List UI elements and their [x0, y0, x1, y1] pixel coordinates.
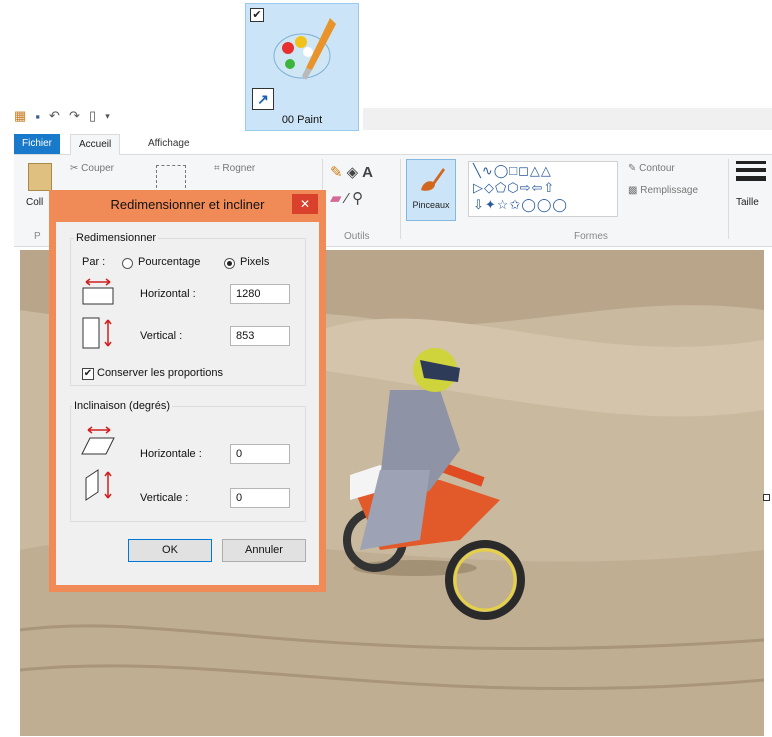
skew-vertical-icon [85, 469, 112, 501]
size-label[interactable]: Taille [736, 197, 759, 208]
pixels-label[interactable]: Pixels [240, 256, 269, 268]
skew-vertical-input[interactable]: 0 [230, 488, 290, 508]
outline-label: Contour [639, 163, 675, 174]
fill-bucket-icon: ▩ [628, 185, 641, 196]
skew-vertical-label: Verticale : [140, 492, 189, 504]
pencil-icon[interactable]: ✎ [330, 164, 347, 181]
brushes-label: Pinceaux [412, 200, 450, 210]
shapes-row-1[interactable]: ╲∿◯□◻△△ [473, 162, 617, 179]
cancel-button[interactable]: Annuler [222, 539, 306, 562]
cut-button[interactable]: ✂ Couper [70, 163, 114, 174]
vertical-label: Vertical : [140, 330, 183, 342]
skew-horizontal-icon [81, 426, 115, 455]
dialog-body: Redimensionner Par : Pourcentage Pixels … [56, 222, 319, 585]
canvas-resize-handle[interactable] [763, 494, 770, 501]
skew-horizontal-label: Horizontale : [140, 448, 202, 460]
tools-icons[interactable]: ✎◈A [330, 163, 377, 181]
cut-label: Couper [81, 163, 114, 174]
by-label: Par : [82, 256, 106, 268]
shortcut-arrow-icon: ↗ [252, 88, 274, 110]
brushes-button[interactable]: Pinceaux [406, 159, 456, 221]
eraser-icon[interactable]: ▰ [330, 190, 346, 207]
tab-affichage[interactable]: Affichage [140, 134, 198, 154]
paint-shortcut[interactable]: ✔ ↗ 00 Paint [245, 3, 359, 131]
clipboard-group-label: P [34, 231, 41, 242]
close-button[interactable]: ✕ [292, 194, 318, 214]
percent-label[interactable]: Pourcentage [138, 256, 200, 268]
crop-label: Rogner [222, 163, 256, 174]
fill-icon[interactable]: ◈ [347, 164, 363, 181]
vertical-input[interactable]: 853 [230, 326, 290, 346]
resize-group-title: Redimensionner [74, 232, 159, 244]
paste-icon[interactable] [28, 163, 52, 191]
shapes-group-label: Formes [574, 231, 608, 242]
select-icon[interactable] [156, 165, 186, 193]
shortcut-checkbox[interactable]: ✔ [250, 8, 264, 22]
percent-radio[interactable] [122, 258, 133, 269]
horizontal-input[interactable]: 1280 [230, 284, 290, 304]
pixels-radio[interactable] [224, 258, 235, 269]
horizontal-label: Horizontal : [140, 288, 196, 300]
dropdown-icon[interactable]: ▾ [105, 111, 110, 122]
shapes-row-2[interactable]: ▷◇⬠⬡⇨⇦⇧ [473, 179, 617, 196]
shortcut-label: 00 Paint [281, 114, 323, 126]
dialog-title: Redimensionner et incliner [110, 197, 265, 212]
title-bar [363, 108, 772, 130]
quick-access-toolbar: ▦ ▪ ↶ ↷ ▯ ▾ [14, 108, 242, 130]
crop-button[interactable]: ⌗ Rogner [214, 163, 255, 174]
magnifier-icon[interactable]: ⚲ [352, 190, 367, 207]
fill-button[interactable]: ▩ Remplissage [628, 185, 698, 196]
redo-icon[interactable]: ↷ [69, 108, 80, 124]
shapes-row-3[interactable]: ⇩✦☆✩◯◯◯ [473, 196, 617, 213]
shapes-gallery[interactable]: ╲∿◯□◻△△ ▷◇⬠⬡⇨⇦⇧ ⇩✦☆✩◯◯◯ [468, 161, 618, 217]
paint-icon[interactable]: ▦ [14, 108, 26, 124]
skew-group-title: Inclinaison (degrés) [72, 400, 172, 412]
keep-ratio-checkbox[interactable]: ✔ [82, 368, 94, 380]
tools-group-label: Outils [344, 231, 370, 242]
new-icon[interactable]: ▯ [89, 108, 96, 124]
tab-fichier[interactable]: Fichier [14, 134, 61, 154]
text-icon[interactable]: A [362, 164, 377, 181]
tools-icons-row2[interactable]: ▰⁄⚲ [330, 189, 367, 207]
save-icon[interactable]: ▪ [35, 109, 40, 124]
skew-horizontal-input[interactable]: 0 [230, 444, 290, 464]
resize-horizontal-icon [82, 278, 114, 305]
outline-icon: ✎ [628, 163, 640, 174]
tab-accueil[interactable]: Accueil [70, 134, 121, 155]
undo-icon[interactable]: ↶ [49, 108, 60, 124]
resize-skew-dialog: Redimensionner et incliner ✕ Redimension… [49, 190, 326, 592]
paste-label[interactable]: Coll [26, 197, 43, 208]
ok-button[interactable]: OK [128, 539, 212, 562]
resize-vertical-icon [82, 317, 112, 349]
keep-ratio-label[interactable]: Conserver les proportions [97, 367, 223, 379]
fill-label: Remplissage [640, 185, 699, 196]
ribbon-tabs: Fichier Accueil Affichage [14, 134, 772, 155]
outline-button[interactable]: ✎ Contour [628, 163, 675, 174]
size-icon[interactable] [736, 161, 766, 185]
brush-icon [421, 168, 445, 191]
paint-palette-icon [273, 18, 336, 80]
scissors-icon: ✂ [70, 163, 82, 174]
